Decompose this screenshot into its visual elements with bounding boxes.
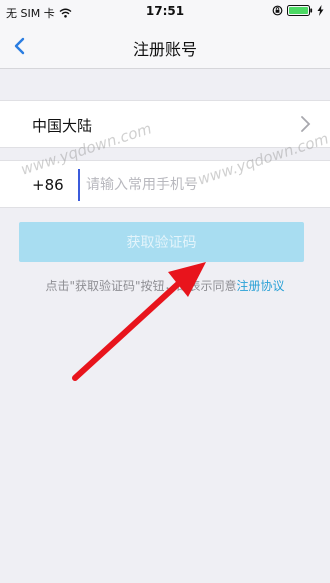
phone-number-row: +86 xyxy=(0,160,330,208)
agreement-tip: 点击"获取验证码"按钮，即表示同意注册协议 xyxy=(0,277,330,294)
get-verification-code-button[interactable]: 获取验证码 xyxy=(19,222,304,262)
agreement-tip-text: 点击"获取验证码"按钮，即表示同意 xyxy=(45,279,237,293)
nav-bar: 注册账号 xyxy=(0,24,330,69)
charging-icon xyxy=(317,5,324,16)
page-title: 注册账号 xyxy=(132,40,197,59)
region-selector-row[interactable]: 中国大陆 xyxy=(0,100,330,148)
region-label: 中国大陆 xyxy=(32,117,93,135)
chevron-right-icon xyxy=(301,116,311,132)
register-agreement-link[interactable]: 注册协议 xyxy=(237,279,285,293)
status-right xyxy=(272,5,324,16)
phone-number-input[interactable] xyxy=(78,169,318,201)
status-bar: 无 SIM 卡 17:51 xyxy=(0,0,330,24)
rotation-lock-icon xyxy=(272,5,283,16)
battery-icon xyxy=(287,5,313,16)
country-code[interactable]: +86 xyxy=(32,176,64,194)
